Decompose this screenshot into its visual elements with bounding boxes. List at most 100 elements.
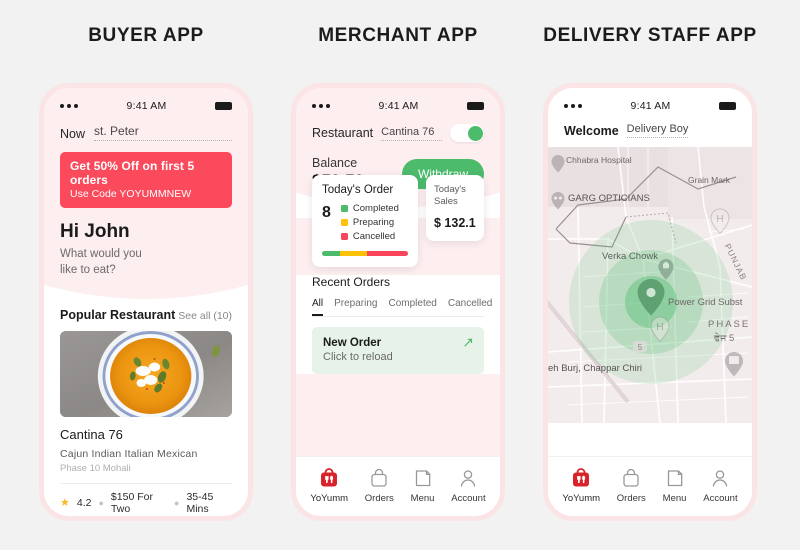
location-value[interactable]: st. Peter: [94, 124, 232, 141]
map-label-phase-punjabi: ਫੇਜ 5: [714, 333, 735, 344]
nav-item-orders[interactable]: Orders: [617, 466, 646, 504]
divider: [60, 483, 232, 485]
tab-completed[interactable]: Completed: [388, 298, 436, 316]
legend-preparing: Preparing: [340, 217, 399, 228]
order-filter-tabs: All Preparing Completed Cancelled: [312, 298, 492, 317]
meta-separator: ●: [174, 498, 180, 509]
summary-cards: Today's Order 8 Completed Preparing Canc…: [296, 175, 500, 267]
see-all-link[interactable]: See all (10): [178, 310, 232, 322]
phone-buyer: 9:41 AM Now st. Peter Get 50% Off on fir…: [39, 83, 253, 521]
todays-order-count: 8: [322, 204, 331, 221]
restaurant-photo[interactable]: [60, 331, 232, 418]
tab-preparing[interactable]: Preparing: [334, 298, 377, 316]
map-label-garg-opticians: GARG OPTICIANS: [568, 193, 650, 204]
nav-label-yoyumm: YoYumm: [562, 492, 601, 504]
balance-label: Balance: [312, 156, 358, 170]
new-order-card[interactable]: New Order Click to reload ↗: [312, 327, 484, 374]
greeting-sub-line2: like to eat?: [60, 263, 116, 276]
nav-item-account[interactable]: Account: [451, 466, 486, 504]
greeting-title: Hi John: [60, 221, 130, 242]
status-time: 9:41 AM: [378, 100, 419, 112]
map-label-chhabra-hospital: Chhabra Hospital: [566, 155, 632, 165]
svg-text:H: H: [656, 322, 663, 333]
order-status-legend: Completed Preparing Cancelled: [340, 203, 399, 242]
recent-orders-title: Recent Orders: [312, 275, 391, 289]
section-title: Popular Restaurant: [60, 308, 176, 323]
signal-dots-icon: [564, 104, 582, 108]
nav-item-account[interactable]: Account: [703, 466, 738, 504]
status-bar-merchant: 9:41 AM: [296, 88, 500, 118]
menu-page-icon: [667, 469, 682, 486]
column-title-delivery: DELIVERY STAFF APP: [543, 25, 757, 46]
nav-item-menu[interactable]: Menu: [411, 466, 435, 504]
map-label-power-grid-substation: Power Grid Subst: [668, 297, 743, 308]
todays-order-body: 8 Completed Preparing Cancelled: [322, 203, 408, 242]
bar-segment-completed: [322, 251, 341, 256]
nav-item-orders[interactable]: Orders: [365, 466, 394, 504]
account-person-icon: [461, 469, 476, 487]
map-label-phase: PHASE: [708, 319, 751, 330]
restaurant-meta: ★ 4.2 ● $150 For Two ● 35-45 Mins: [60, 491, 232, 515]
legend-label-preparing: Preparing: [352, 217, 395, 228]
rating-value: 4.2: [76, 497, 92, 510]
status-time: 9:41 AM: [630, 100, 671, 112]
bar-segment-preparing: [340, 251, 368, 256]
star-icon: ★: [60, 496, 70, 509]
merchant-screen: 9:41 AM Restaurant Cantina 76 Balance $5…: [296, 88, 500, 516]
bottom-nav-delivery: YoYumm Orders Menu Account: [548, 456, 752, 516]
menu-page-icon: [415, 469, 430, 486]
restaurant-label: Restaurant: [312, 126, 374, 140]
popular-section-header: Popular Restaurant See all (10): [60, 308, 232, 322]
app-showcase: BUYER APP MERCHANT APP DELIVERY STAFF AP…: [0, 0, 800, 550]
todays-sales-title: Today's Sales: [434, 184, 476, 208]
yoyumm-bag-icon: [321, 467, 338, 486]
todays-sales-value: $ 132.1: [434, 215, 476, 230]
sales-title-line2: Sales: [434, 195, 458, 207]
restaurant-name: Cantina 76: [60, 427, 123, 443]
shopping-bag-icon: [623, 468, 639, 487]
todays-sales-card[interactable]: Today's Sales $ 132.1: [426, 175, 484, 241]
todays-order-card[interactable]: Today's Order 8 Completed Preparing Canc…: [312, 175, 418, 267]
welcome-row: Welcome Delivery Boy: [564, 123, 736, 138]
bar-segment-cancelled: [367, 251, 408, 256]
nav-label-menu: Menu: [662, 492, 687, 504]
location-row[interactable]: Now st. Peter: [60, 124, 232, 141]
battery-icon: [719, 102, 736, 110]
arrow-up-right-icon[interactable]: ↗: [462, 335, 474, 349]
promo-code: Use Code YOYUMMNEW: [70, 188, 192, 200]
new-order-title: New Order: [323, 337, 382, 349]
buyer-header: Now st. Peter Get 50% Off on first 5 ord…: [44, 124, 248, 279]
delivery-map[interactable]: H H 5 Chhabra Hospital Grain Mark GARG O…: [548, 147, 752, 423]
open-status-toggle[interactable]: [450, 124, 484, 142]
location-label: Now: [60, 127, 86, 141]
nav-label-orders: Orders: [364, 492, 394, 504]
restaurant-value[interactable]: Cantina 76: [381, 126, 442, 141]
nav-item-yoyumm[interactable]: YoYumm: [562, 466, 600, 504]
order-status-bar: [322, 251, 408, 256]
nav-item-yoyumm[interactable]: YoYumm: [310, 466, 348, 504]
yoyumm-bag-icon: [573, 467, 590, 486]
greeting-subtitle: What would you like to eat?: [60, 247, 232, 278]
meta-separator: ●: [98, 498, 104, 509]
welcome-value[interactable]: Delivery Boy: [626, 123, 689, 138]
bottom-nav-merchant: YoYumm Orders Menu Account: [296, 456, 500, 516]
legend-label-completed: Completed: [352, 203, 399, 214]
legend-cancelled: Cancelled: [340, 231, 399, 242]
legend-swatch-cancelled: [340, 233, 348, 240]
status-bar-buyer: 9:41 AM: [44, 88, 248, 118]
greeting-sub-line1: What would you: [60, 248, 142, 260]
map-label-verka-chowk: Verka Chowk: [602, 251, 658, 262]
nav-item-menu[interactable]: Menu: [663, 466, 687, 504]
recent-orders-section: Recent Orders All Preparing Completed Ca…: [296, 275, 500, 374]
nav-label-menu: Menu: [410, 492, 435, 504]
price-for-two: $150 For Two: [110, 491, 153, 516]
welcome-label: Welcome: [564, 124, 619, 138]
status-time: 9:41 AM: [126, 100, 167, 112]
restaurant-row: Restaurant Cantina 76: [312, 124, 484, 142]
tab-cancelled[interactable]: Cancelled: [448, 298, 492, 316]
phone-delivery: 9:41 AM Welcome Delivery Boy H H 5 Chhab…: [543, 83, 757, 521]
legend-swatch-preparing: [340, 219, 348, 226]
promo-banner[interactable]: Get 50% Off on first 5 orders Use Code Y…: [60, 152, 232, 208]
legend-completed: Completed: [340, 203, 399, 214]
tab-all[interactable]: All: [312, 298, 324, 316]
